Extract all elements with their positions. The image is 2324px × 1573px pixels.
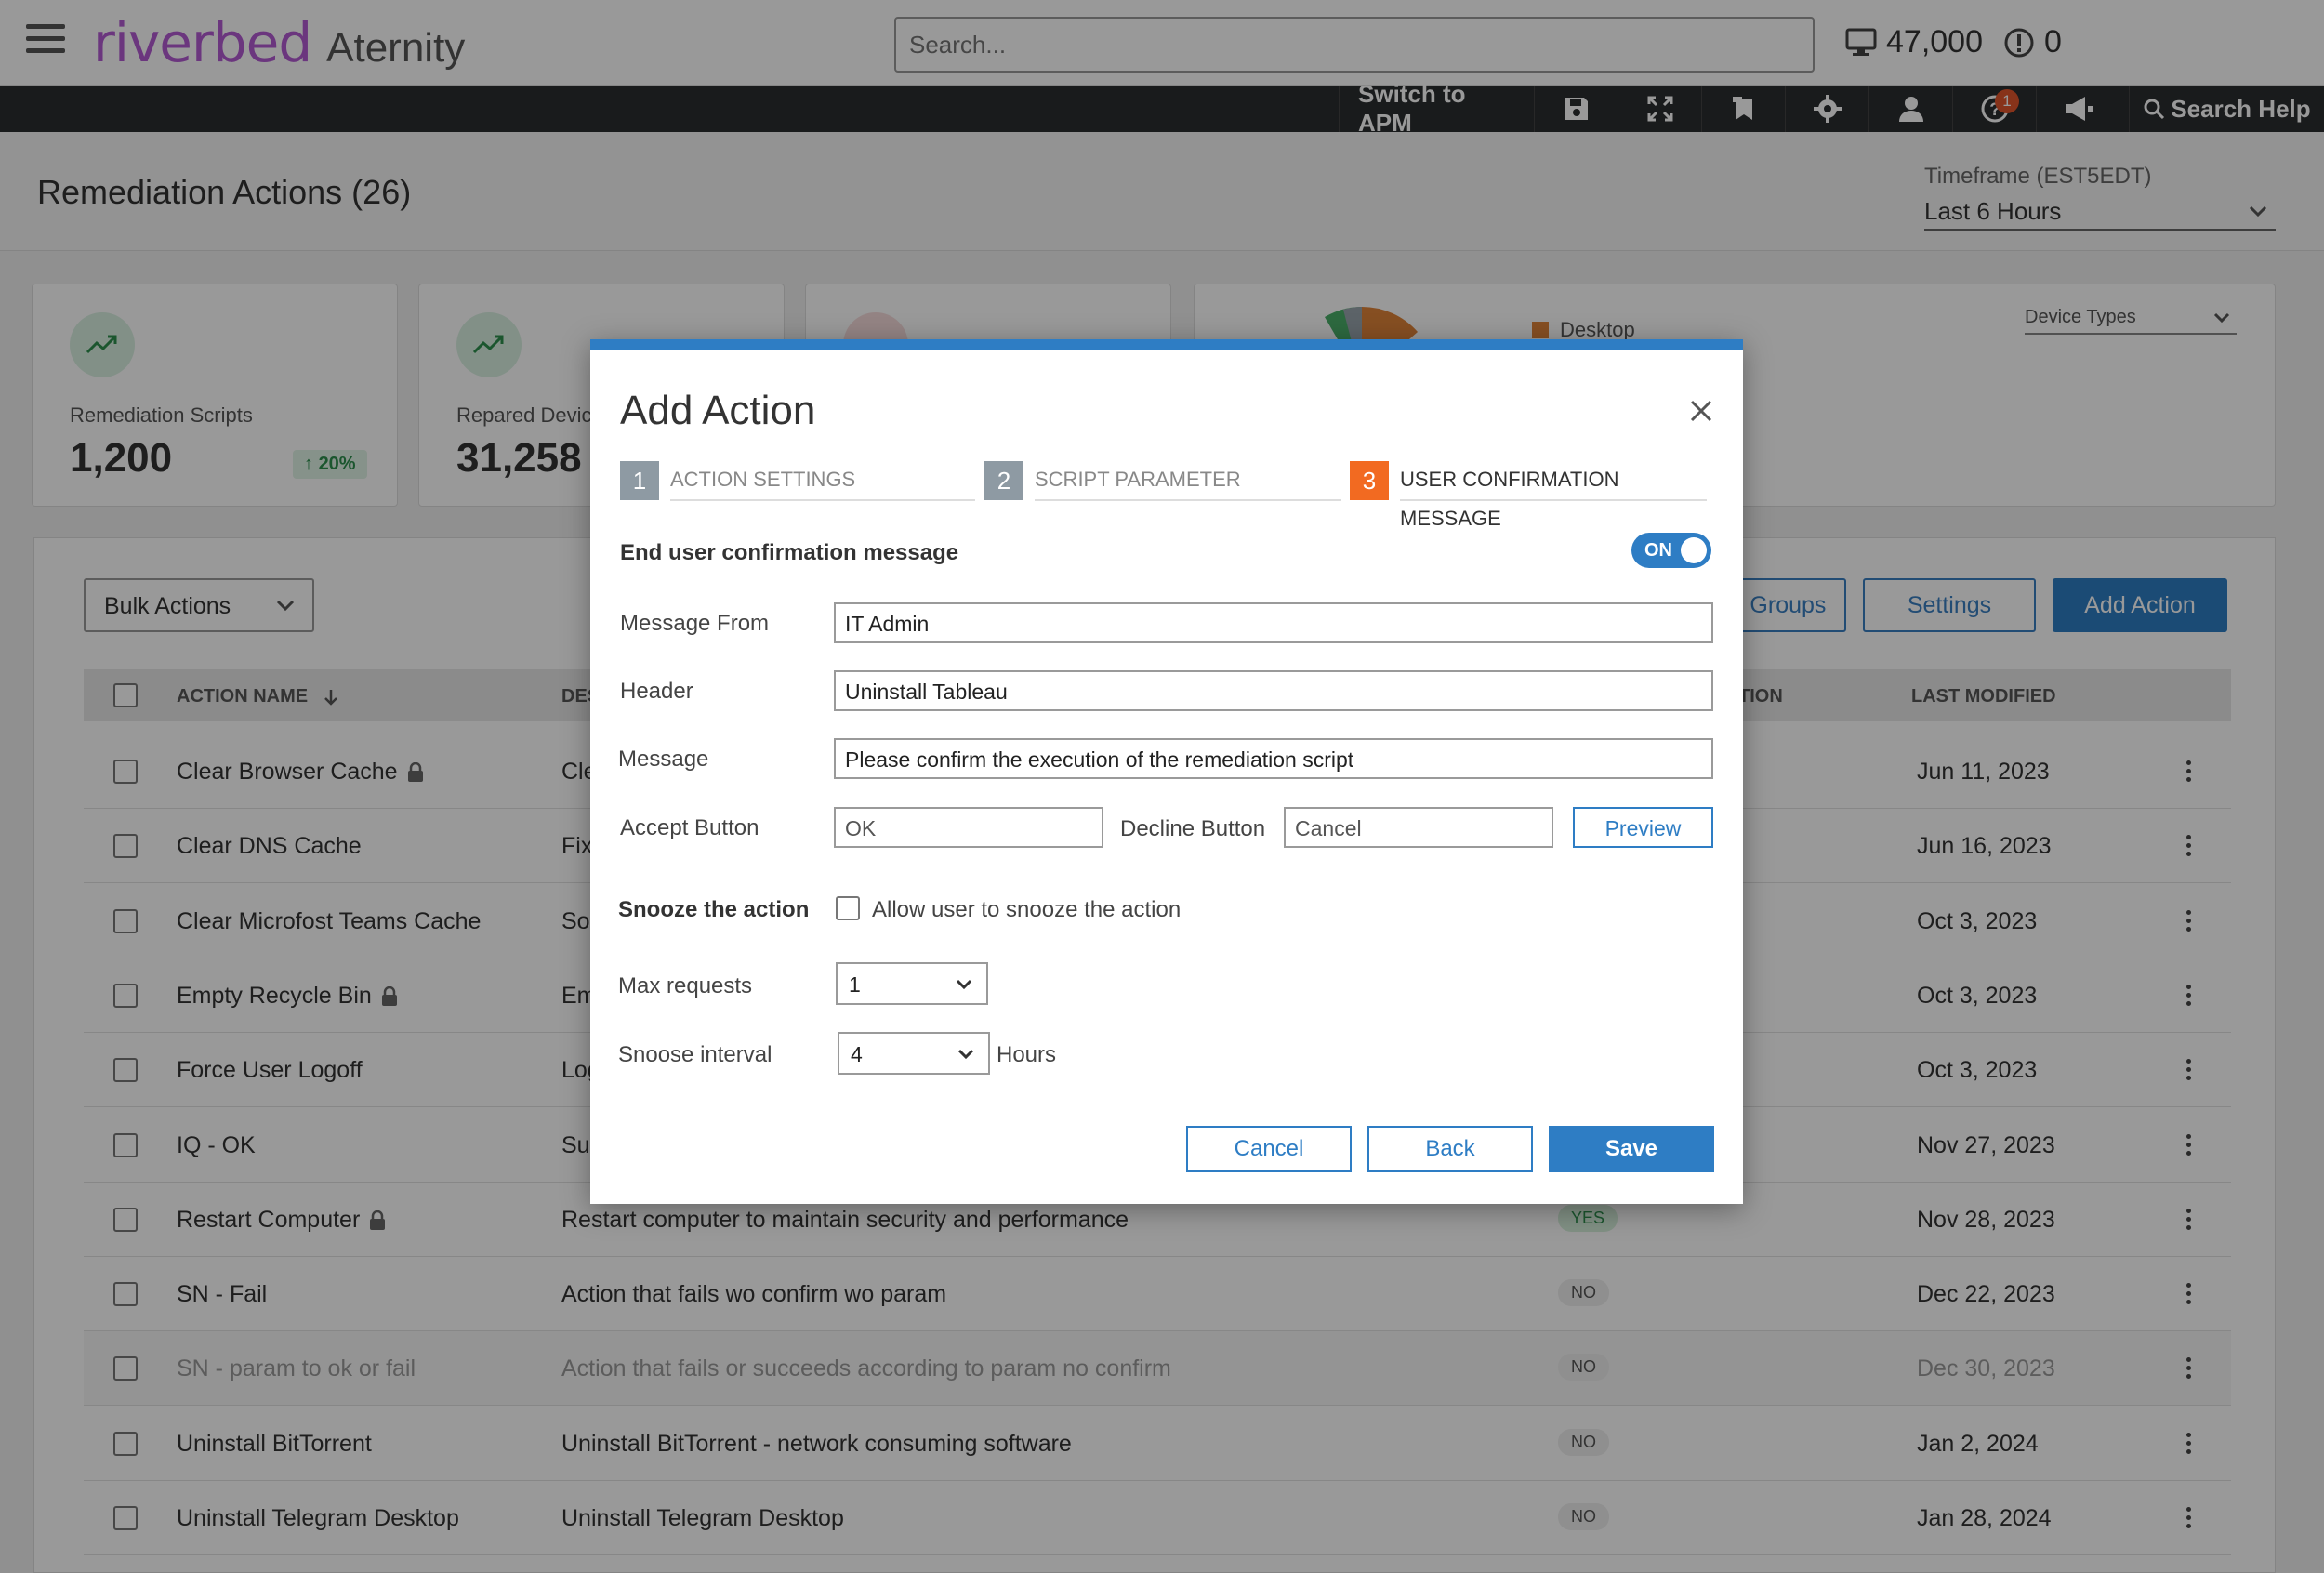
step-user-confirmation-message[interactable]: 3 USER CONFIRMATION MESSAGE [1350,460,1707,530]
step-number: 3 [1350,461,1389,500]
chevron-down-icon [956,979,972,990]
step-number: 2 [984,461,1023,500]
step-label: SCRIPT PARAMETER [1035,460,1341,501]
snooze-checkbox[interactable] [836,896,860,920]
max-requests-select[interactable]: 1 [836,962,988,1005]
accept-button-input[interactable]: OK [834,807,1103,848]
step-label: ACTION SETTINGS [670,460,975,501]
confirmation-toggle[interactable]: ON [1631,533,1711,568]
snooze-interval-unit: Hours [997,1042,1057,1067]
message-from-label: Message From [620,611,770,636]
dialog-title: Add Action [620,388,816,433]
header-input[interactable]: Uninstall Tableau [834,670,1713,711]
snooze-interval-select[interactable]: 4 [838,1032,990,1075]
chevron-down-icon [957,1049,974,1060]
step-script-parameter[interactable]: 2 SCRIPT PARAMETER [984,460,1341,501]
snooze-checkbox-label: Allow user to snooze the action [872,897,1182,922]
toggle-label: ON [1644,540,1672,561]
message-from-input[interactable]: IT Admin [834,602,1713,643]
back-button[interactable]: Back [1367,1126,1533,1172]
save-button[interactable]: Save [1549,1126,1714,1172]
max-requests-label: Max requests [618,973,753,998]
add-action-dialog: Add Action 1 ACTION SETTINGS 2 SCRIPT PA… [590,339,1743,1204]
snooze-label: Snooze the action [618,897,810,922]
header-label: Header [620,679,693,704]
decline-button-label: Decline Button [1120,816,1266,841]
snooze-interval-value: 4 [851,1042,863,1066]
accept-button-label: Accept Button [620,815,759,840]
step-action-settings[interactable]: 1 ACTION SETTINGS [620,460,975,501]
toggle-knob [1681,537,1707,563]
cancel-button[interactable]: Cancel [1186,1126,1352,1172]
decline-button-input[interactable]: Cancel [1284,807,1553,848]
step-label: USER CONFIRMATION MESSAGE [1400,460,1707,530]
message-input[interactable]: Please confirm the execution of the reme… [834,738,1713,779]
snooze-interval-label: Snoose interval [618,1042,772,1067]
max-requests-value: 1 [849,972,861,997]
step-number: 1 [620,461,659,500]
preview-button[interactable]: Preview [1573,807,1713,848]
message-label: Message [618,747,709,772]
close-icon[interactable] [1687,397,1715,425]
confirmation-message-label: End user confirmation message [620,540,959,565]
